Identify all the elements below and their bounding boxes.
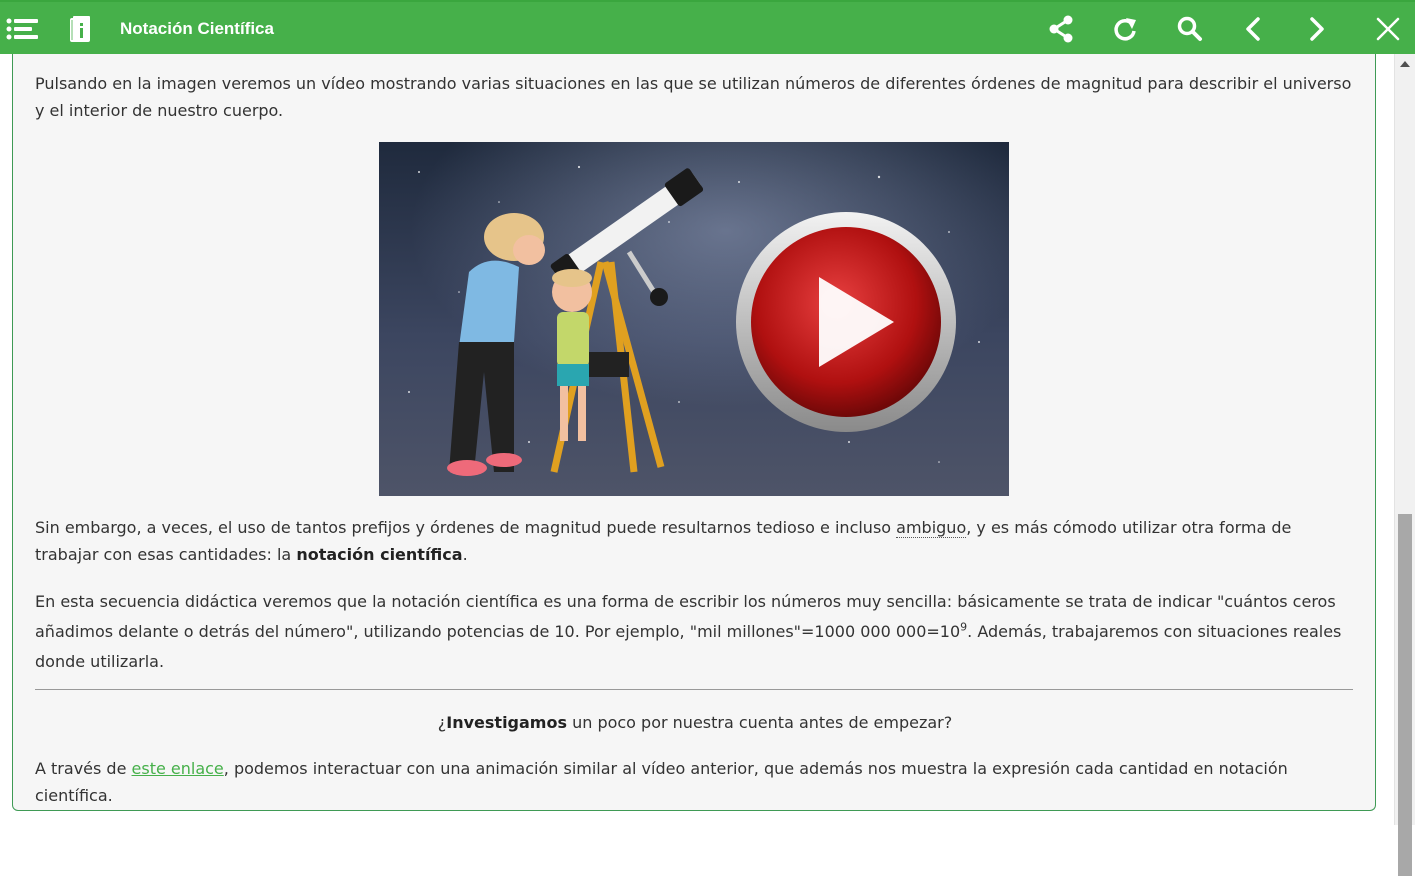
book-info-icon[interactable] (66, 2, 94, 56)
paragraph-prefixes: Sin embargo, a veces, el uso de tantos p… (35, 514, 1355, 568)
page-title: Notación Científica (120, 19, 274, 38)
play-button-icon[interactable] (736, 212, 956, 432)
search-icon[interactable] (1175, 2, 1205, 56)
investigamos-bold: Investigamos (446, 713, 567, 732)
paragraph-prefixes-text-start: Sin embargo, a veces, el uso de tantos p… (35, 518, 897, 537)
menu-icon[interactable] (5, 2, 39, 56)
question-rest: un poco por nuestra cuenta antes de empe… (566, 713, 953, 732)
previous-icon[interactable] (1240, 2, 1266, 56)
divider (35, 689, 1353, 690)
video-scene-image (379, 142, 1009, 496)
link-paragraph: A través de este enlace, podemos interac… (35, 755, 1355, 809)
top-bar: Notación Científica (0, 0, 1415, 54)
next-icon[interactable] (1304, 2, 1330, 56)
scrollbar[interactable] (1394, 54, 1415, 876)
notacion-cientifica-bold: notación científica (296, 545, 463, 564)
intro-paragraph: Pulsando en la imagen veremos un vídeo m… (35, 74, 1352, 120)
paragraph-prefixes-text-end: . (462, 545, 468, 564)
share-icon[interactable] (1046, 2, 1076, 56)
glossary-term-ambiguo[interactable]: ambiguo (896, 518, 967, 538)
scrollbar-thumb[interactable] (1398, 514, 1412, 876)
link-paragraph-start: A través de (35, 759, 132, 778)
close-icon[interactable] (1374, 2, 1402, 56)
investigate-question: ¿Investigamos un poco por nuestra cuenta… (35, 709, 1355, 736)
este-enlace-link[interactable]: este enlace (132, 759, 224, 778)
paragraph-explanation: En esta secuencia didáctica veremos que … (35, 587, 1355, 677)
refresh-icon[interactable] (1110, 2, 1140, 56)
question-mark: ¿ (437, 713, 447, 732)
link-paragraph-end: , podemos interactuar con una animación … (35, 759, 1288, 805)
scroll-up-arrow-icon[interactable] (1395, 54, 1415, 74)
video-thumbnail[interactable] (379, 142, 1009, 496)
